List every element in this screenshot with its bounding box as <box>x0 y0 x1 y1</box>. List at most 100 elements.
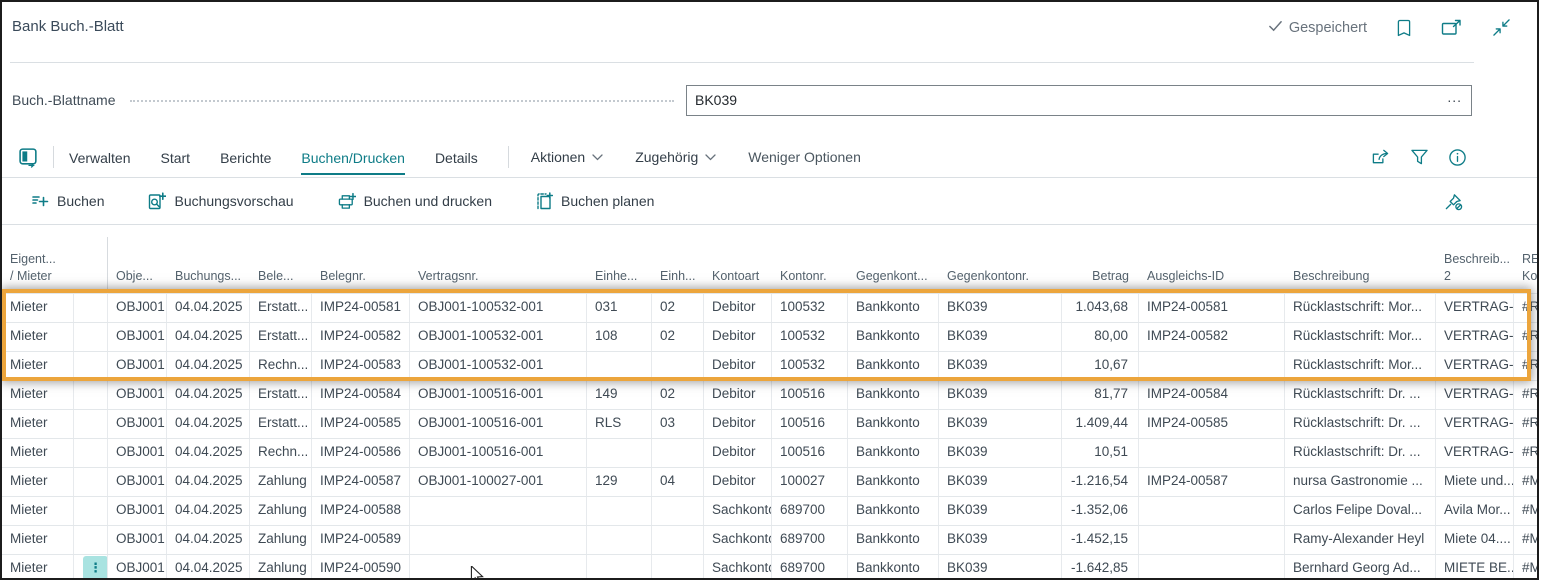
cell-unit[interactable]: 108 <box>587 323 652 351</box>
tab-berichte[interactable]: Berichte <box>220 140 271 175</box>
assist-edit-button[interactable]: ... <box>1447 89 1471 111</box>
cell-unit2[interactable] <box>652 497 704 525</box>
cell-account_type[interactable]: Debitor <box>704 352 772 380</box>
cell-account_type[interactable]: Sachkonto <box>704 497 772 525</box>
cell-bal_account_no[interactable]: BK039 <box>939 468 1062 496</box>
cell-account_type[interactable]: Debitor <box>704 410 772 438</box>
cell-bal_account_type[interactable]: Bankkonto <box>848 294 939 322</box>
table-row[interactable]: MieterOBJ00104.04.2025ZahlungIMP24-00587… <box>2 467 1537 496</box>
tab-start[interactable]: Start <box>160 140 190 175</box>
cell-contract_no[interactable]: OBJ001-100532-001 <box>410 323 587 351</box>
cell-amount[interactable]: 10,51 <box>1062 439 1139 467</box>
table-row[interactable]: MieterOBJ00104.04.2025Erstatt...IMP24-00… <box>2 293 1537 322</box>
cell-doc_no[interactable]: IMP24-00581 <box>312 294 410 322</box>
cell-bal_account_no[interactable]: BK039 <box>939 526 1062 554</box>
cell-owner[interactable]: Mieter <box>2 381 74 409</box>
journal-name-value[interactable]: BK039 <box>687 92 1447 108</box>
row-gutter-cell[interactable] <box>74 352 108 380</box>
table-row[interactable]: MieterOBJ00104.04.2025Erstatt...IMP24-00… <box>2 409 1537 438</box>
cell-owner[interactable]: Mieter <box>2 323 74 351</box>
journal-name-input[interactable]: BK039 ... <box>686 85 1472 116</box>
cell-re_ko[interactable]: #RÜ <box>1514 439 1537 467</box>
cell-bal_account_type[interactable]: Bankkonto <box>848 526 939 554</box>
cell-doc_no[interactable]: IMP24-00587 <box>312 468 410 496</box>
cell-description[interactable]: Bernhard Georg Ad... <box>1285 555 1436 578</box>
cell-account_type[interactable]: Debitor <box>704 294 772 322</box>
cell-amount[interactable]: 1.409,44 <box>1062 410 1139 438</box>
col-header-owner[interactable]: Eigent... / Mieter <box>2 251 74 293</box>
cell-bal_account_type[interactable]: Bankkonto <box>848 352 939 380</box>
col-header-description2[interactable]: Beschreib... 2 <box>1436 251 1514 293</box>
cell-account_type[interactable]: Debitor <box>704 381 772 409</box>
table-row[interactable]: MieterOBJ00104.04.2025Erstatt...IMP24-00… <box>2 322 1537 351</box>
cell-doc_no[interactable]: IMP24-00590 <box>312 555 410 578</box>
cell-unit[interactable]: 031 <box>587 294 652 322</box>
cell-object[interactable]: OBJ001 <box>108 381 167 409</box>
col-header-posting_date[interactable]: Buchungs... <box>167 268 250 293</box>
cell-applies_to_id[interactable] <box>1139 497 1285 525</box>
cell-description[interactable]: Ramy-Alexander Heyl <box>1285 526 1436 554</box>
open-in-new-window-icon[interactable] <box>1441 19 1462 36</box>
cell-applies_to_id[interactable] <box>1139 555 1285 578</box>
cell-posting_date[interactable]: 04.04.2025 <box>167 294 250 322</box>
menu-zugehoerig[interactable]: Zugehörig <box>635 149 716 165</box>
cell-description[interactable]: Carlos Felipe Doval... <box>1285 497 1436 525</box>
col-header-doc_no[interactable]: Belegnr. <box>312 268 410 293</box>
cell-object[interactable]: OBJ001 <box>108 526 167 554</box>
cell-bal_account_type[interactable]: Bankkonto <box>848 555 939 578</box>
cell-applies_to_id[interactable] <box>1139 439 1285 467</box>
share-icon[interactable] <box>1370 148 1391 166</box>
cell-re_ko[interactable]: #RÜ <box>1514 323 1537 351</box>
cell-description2[interactable]: VERTRAG-... <box>1436 439 1514 467</box>
col-header-account_type[interactable]: Kontoart <box>704 268 772 293</box>
row-gutter-cell[interactable] <box>74 410 108 438</box>
cell-owner[interactable]: Mieter <box>2 294 74 322</box>
col-header-re_ko[interactable]: RE Ko <box>1514 251 1537 293</box>
cell-contract_no[interactable]: OBJ001-100532-001 <box>410 352 587 380</box>
cell-contract_no[interactable]: OBJ001-100516-001 <box>410 381 587 409</box>
cell-contract_no[interactable] <box>410 526 587 554</box>
cell-description2[interactable]: Miete 04.... <box>1436 526 1514 554</box>
row-gutter-cell[interactable]: ⋮ <box>74 555 108 578</box>
cell-unit2[interactable]: 03 <box>652 410 704 438</box>
cell-description[interactable]: Rücklastschrift: Mor... <box>1285 352 1436 380</box>
cell-amount[interactable]: 10,67 <box>1062 352 1139 380</box>
cell-owner[interactable]: Mieter <box>2 497 74 525</box>
col-header-gutter[interactable] <box>74 285 108 293</box>
cell-amount[interactable]: -1.216,54 <box>1062 468 1139 496</box>
cell-description[interactable]: Rücklastschrift: Mor... <box>1285 323 1436 351</box>
row-gutter-cell[interactable] <box>74 439 108 467</box>
cell-description[interactable]: Rücklastschrift: Dr. ... <box>1285 439 1436 467</box>
cell-description2[interactable]: VERTRAG-... <box>1436 410 1514 438</box>
col-header-doc_type[interactable]: Bele... <box>250 268 312 293</box>
cell-doc_type[interactable]: Erstatt... <box>250 410 312 438</box>
cell-doc_type[interactable]: Erstatt... <box>250 381 312 409</box>
col-header-applies_to_id[interactable]: Ausgleichs-ID <box>1139 268 1285 293</box>
cell-posting_date[interactable]: 04.04.2025 <box>167 555 250 578</box>
row-gutter-cell[interactable] <box>74 323 108 351</box>
cell-account_type[interactable]: Sachkonto <box>704 555 772 578</box>
cell-description[interactable]: nursa Gastronomie ... <box>1285 468 1436 496</box>
cell-account_no[interactable]: 689700 <box>772 526 848 554</box>
cell-posting_date[interactable]: 04.04.2025 <box>167 439 250 467</box>
cell-contract_no[interactable]: OBJ001-100532-001 <box>410 294 587 322</box>
cell-account_no[interactable]: 689700 <box>772 497 848 525</box>
buchungsvorschau-button[interactable]: Buchungsvorschau <box>148 192 293 210</box>
cell-posting_date[interactable]: 04.04.2025 <box>167 381 250 409</box>
cell-re_ko[interactable]: #MA <box>1514 468 1537 496</box>
cell-bal_account_no[interactable]: BK039 <box>939 323 1062 351</box>
cell-bal_account_no[interactable]: BK039 <box>939 439 1062 467</box>
table-row[interactable]: MieterOBJ00104.04.2025ZahlungIMP24-00589… <box>2 525 1537 554</box>
cell-posting_date[interactable]: 04.04.2025 <box>167 352 250 380</box>
table-row[interactable]: MieterOBJ00104.04.2025Rechn...IMP24-0058… <box>2 351 1537 380</box>
cell-contract_no[interactable]: OBJ001-100516-001 <box>410 410 587 438</box>
cell-unit[interactable]: RLS <box>587 410 652 438</box>
cell-owner[interactable]: Mieter <box>2 526 74 554</box>
table-row[interactable]: MieterOBJ00104.04.2025ZahlungIMP24-00588… <box>2 496 1537 525</box>
cell-posting_date[interactable]: 04.04.2025 <box>167 323 250 351</box>
cell-account_no[interactable]: 100516 <box>772 410 848 438</box>
cell-object[interactable]: OBJ001 <box>108 439 167 467</box>
menu-aktionen[interactable]: Aktionen <box>531 149 603 165</box>
cell-applies_to_id[interactable]: IMP24-00581 <box>1139 294 1285 322</box>
tab-buchen-drucken[interactable]: Buchen/Drucken <box>301 140 405 175</box>
